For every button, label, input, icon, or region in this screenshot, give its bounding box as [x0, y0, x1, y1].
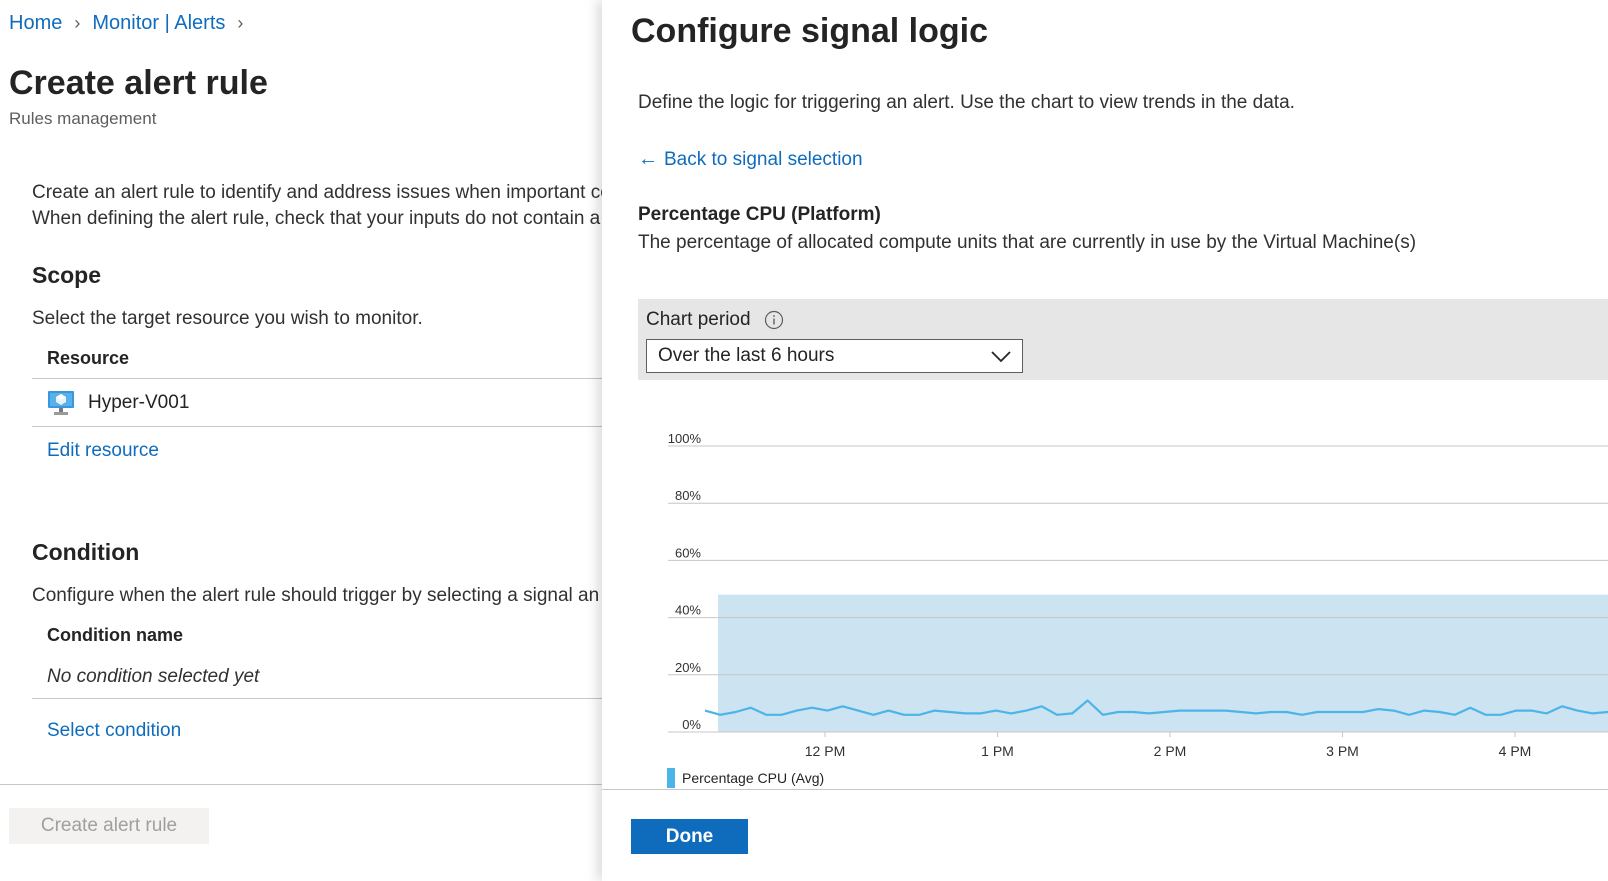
chevron-down-icon	[991, 351, 1011, 363]
x-tick-label: 4 PM	[1499, 743, 1532, 759]
x-tick-label: 3 PM	[1326, 743, 1359, 759]
legend-label: Percentage CPU (Avg)	[682, 770, 825, 786]
create-alert-rule-button[interactable]: Create alert rule	[9, 808, 209, 844]
chart-period-label: Chart period	[646, 309, 751, 330]
panel-footer-divider	[602, 789, 1608, 790]
arrow-left-icon: ←	[638, 148, 658, 170]
metric-description: The percentage of allocated compute unit…	[638, 232, 1417, 253]
condition-empty-text: No condition selected yet	[47, 666, 260, 687]
chart-period-section: Chart period Over the last 6 hours	[638, 299, 1608, 380]
metric-name: Percentage CPU (Platform)	[638, 204, 881, 225]
chart-legend: Percentage CPU (Avg)	[667, 768, 824, 788]
y-tick-label: 100%	[668, 431, 702, 446]
resource-row: Hyper-V001	[47, 390, 189, 416]
x-tick-label: 2 PM	[1154, 743, 1187, 759]
page-title: Create alert rule	[9, 64, 268, 102]
cpu-line-chart: 100% 80% 60% 40% 20% 0% 12 PM 1 PM 2 PM 3 PM 4 PM	[668, 431, 1608, 759]
chevron-right-icon: ›	[74, 13, 81, 33]
divider	[32, 426, 602, 427]
condition-description: Configure when the alert rule should tri…	[32, 585, 600, 606]
condition-name-column-header: Condition name	[47, 625, 183, 645]
divider	[32, 378, 602, 379]
legend-swatch	[667, 768, 675, 788]
condition-heading: Condition	[32, 539, 140, 565]
panel-description: Define the logic for triggering an alert…	[638, 92, 1295, 113]
resource-name: Hyper-V001	[88, 392, 190, 413]
breadcrumb-monitor-alerts[interactable]: Monitor | Alerts	[92, 12, 225, 35]
select-condition-link[interactable]: Select condition	[47, 720, 181, 742]
app-root: Home › Monitor | Alerts › Create alert r…	[0, 0, 1608, 881]
scope-description: Select the target resource you wish to m…	[32, 308, 423, 329]
panel-title: Configure signal logic	[631, 12, 989, 50]
y-tick-label: 40%	[675, 603, 701, 618]
back-link-label: Back to signal selection	[664, 148, 863, 170]
chart-period-selected-value: Over the last 6 hours	[658, 345, 835, 366]
y-tick-label: 0%	[682, 717, 701, 732]
intro-text: Create an alert rule to identify and add…	[32, 180, 602, 232]
x-tick-label: 1 PM	[981, 743, 1014, 759]
chart-period-label-row: Chart period	[646, 309, 784, 331]
y-tick-label: 20%	[675, 660, 701, 675]
page-subtitle: Rules management	[9, 109, 157, 128]
chevron-right-icon: ›	[237, 13, 244, 33]
intro-line-2: When defining the alert rule, check that…	[32, 208, 601, 229]
scope-heading: Scope	[32, 262, 102, 288]
x-tick-label: 12 PM	[805, 743, 845, 759]
y-tick-label: 60%	[675, 545, 701, 560]
resource-column-header: Resource	[47, 348, 130, 368]
configure-signal-logic-panel: Configure signal logic Define the logic …	[602, 0, 1608, 881]
done-button[interactable]: Done	[631, 819, 748, 854]
info-icon[interactable]	[764, 310, 784, 330]
virtual-machine-icon	[48, 391, 74, 415]
edit-resource-link[interactable]: Edit resource	[47, 440, 159, 462]
chart-period-dropdown[interactable]: Over the last 6 hours	[646, 339, 1023, 373]
breadcrumb: Home › Monitor | Alerts ›	[9, 12, 255, 35]
back-to-signal-selection-link[interactable]: ← Back to signal selection	[638, 148, 863, 171]
y-tick-label: 80%	[675, 488, 701, 503]
footer-divider	[0, 784, 602, 785]
divider	[32, 698, 602, 699]
breadcrumb-home[interactable]: Home	[9, 12, 62, 35]
create-alert-rule-page: Home › Monitor | Alerts › Create alert r…	[0, 0, 602, 881]
intro-line-1: Create an alert rule to identify and add…	[32, 182, 602, 203]
